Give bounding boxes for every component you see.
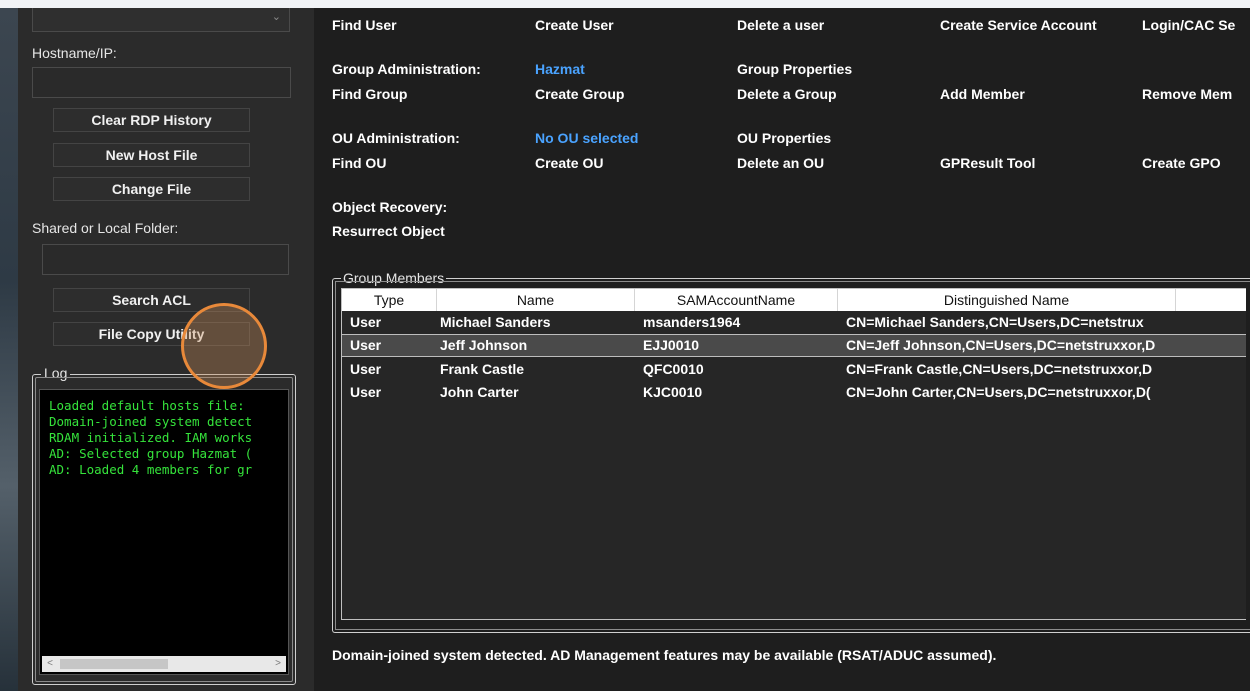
- hostname-label: Hostname/IP:: [32, 45, 117, 61]
- cell-dn: CN=Frank Castle,CN=Users,DC=netstruxxor,…: [846, 361, 1153, 377]
- group-admin-label: Group Administration:: [332, 61, 481, 77]
- log-horizontal-scrollbar[interactable]: < >: [42, 656, 286, 672]
- scroll-right-icon[interactable]: >: [271, 657, 285, 671]
- cell-dn: CN=Michael Sanders,CN=Users,DC=netstrux: [846, 314, 1144, 330]
- host-combo[interactable]: ⌄: [32, 8, 290, 32]
- login-cac-link[interactable]: Login/CAC Se: [1142, 17, 1235, 33]
- table-row[interactable]: User Frank Castle QFC0010 CN=Frank Castl…: [342, 358, 1246, 381]
- group-members-grid[interactable]: Type Name SAMAccountName Distinguished N…: [341, 288, 1246, 620]
- add-member-link[interactable]: Add Member: [940, 86, 1025, 102]
- cell-type: User: [350, 314, 382, 330]
- desktop-top-strip: [0, 0, 1250, 8]
- delete-group-link[interactable]: Delete a Group: [737, 86, 837, 102]
- scroll-left-icon[interactable]: <: [43, 657, 57, 671]
- create-ou-link[interactable]: Create OU: [535, 155, 603, 171]
- log-group: Log Loaded default hosts file: Domain-jo…: [32, 365, 296, 685]
- table-row-selected[interactable]: User Jeff Johnson EJJ0010 CN=Jeff Johnso…: [342, 334, 1246, 357]
- find-group-link[interactable]: Find Group: [332, 86, 407, 102]
- new-host-file-button[interactable]: New Host File: [53, 143, 250, 167]
- create-service-account-link[interactable]: Create Service Account: [940, 17, 1097, 33]
- find-ou-link[interactable]: Find OU: [332, 155, 386, 171]
- object-recovery-label: Object Recovery:: [332, 199, 448, 215]
- log-line: AD: Selected group Hazmat (: [49, 446, 253, 461]
- cell-dn: CN=Jeff Johnson,CN=Users,DC=netstruxxor,…: [846, 337, 1156, 353]
- column-header-dn[interactable]: Distinguished Name: [838, 289, 1176, 311]
- chevron-down-icon[interactable]: ⌄: [272, 10, 281, 23]
- cell-dn: CN=John Carter,CN=Users,DC=netstruxxor,D…: [846, 384, 1151, 400]
- cell-sam: msanders1964: [643, 314, 741, 330]
- status-bar-text: Domain-joined system detected. AD Manage…: [332, 647, 997, 663]
- cell-sam: KJC0010: [643, 384, 703, 400]
- shared-folder-label: Shared or Local Folder:: [32, 220, 179, 236]
- hostname-input[interactable]: [32, 67, 291, 98]
- ou-admin-label: OU Administration:: [332, 130, 460, 146]
- log-output[interactable]: Loaded default hosts file: Domain-joined…: [39, 389, 289, 675]
- create-user-link[interactable]: Create User: [535, 17, 614, 33]
- grid-header: Type Name SAMAccountName Distinguished N…: [342, 289, 1246, 311]
- clear-rdp-history-button[interactable]: Clear RDP History: [53, 108, 250, 132]
- app-window: ⌄ Hostname/IP: Clear RDP History New Hos…: [0, 0, 1250, 691]
- cell-name: Frank Castle: [440, 361, 525, 377]
- remove-member-link[interactable]: Remove Mem: [1142, 86, 1232, 102]
- resurrect-object-link[interactable]: Resurrect Object: [332, 223, 445, 239]
- cell-sam: QFC0010: [643, 361, 704, 377]
- table-row[interactable]: User Michael Sanders msanders1964 CN=Mic…: [342, 311, 1246, 334]
- column-header-type[interactable]: Type: [342, 289, 437, 311]
- delete-user-link[interactable]: Delete a user: [737, 17, 824, 33]
- gpresult-tool-link[interactable]: GPResult Tool: [940, 155, 1035, 171]
- log-lines: Loaded default hosts file: Domain-joined…: [49, 398, 288, 478]
- column-header-filler: [1176, 289, 1246, 311]
- column-header-sam[interactable]: SAMAccountName: [635, 289, 838, 311]
- delete-ou-link[interactable]: Delete an OU: [737, 155, 824, 171]
- scroll-thumb[interactable]: [60, 659, 168, 669]
- main-panel: Find User Create User Delete a user Crea…: [314, 8, 1250, 691]
- group-properties-link[interactable]: Group Properties: [737, 61, 852, 77]
- cell-name: Jeff Johnson: [440, 337, 528, 353]
- cell-name: Michael Sanders: [440, 314, 551, 330]
- selected-ou[interactable]: No OU selected: [535, 130, 638, 146]
- column-header-name[interactable]: Name: [437, 289, 635, 311]
- create-gpo-link[interactable]: Create GPO: [1142, 155, 1221, 171]
- shared-folder-input[interactable]: [42, 244, 289, 275]
- ou-properties-link[interactable]: OU Properties: [737, 130, 831, 146]
- change-file-button[interactable]: Change File: [53, 177, 250, 201]
- log-line: AD: Loaded 4 members for gr: [49, 462, 253, 477]
- cell-name: John Carter: [440, 384, 519, 400]
- log-title: Log: [41, 365, 71, 381]
- cell-type: User: [350, 361, 382, 377]
- log-line: Loaded default hosts file:: [49, 398, 245, 413]
- group-members-title: Group Members: [341, 270, 447, 286]
- cell-type: User: [350, 337, 382, 353]
- file-copy-utility-button[interactable]: File Copy Utility: [53, 322, 250, 346]
- log-line: Domain-joined system detect: [49, 414, 253, 429]
- desktop-background-edge: [0, 8, 18, 691]
- find-user-link[interactable]: Find User: [332, 17, 397, 33]
- left-panel: ⌄ Hostname/IP: Clear RDP History New Hos…: [18, 8, 314, 691]
- search-acl-button[interactable]: Search ACL: [53, 288, 250, 312]
- table-row[interactable]: User John Carter KJC0010 CN=John Carter,…: [342, 381, 1246, 404]
- cell-sam: EJJ0010: [643, 337, 700, 353]
- cell-type: User: [350, 384, 382, 400]
- create-group-link[interactable]: Create Group: [535, 86, 624, 102]
- group-members-group: Group Members Type Name SAMAccountName D…: [332, 270, 1250, 633]
- selected-group[interactable]: Hazmat: [535, 61, 585, 77]
- log-line: RDAM initialized. IAM works: [49, 430, 253, 445]
